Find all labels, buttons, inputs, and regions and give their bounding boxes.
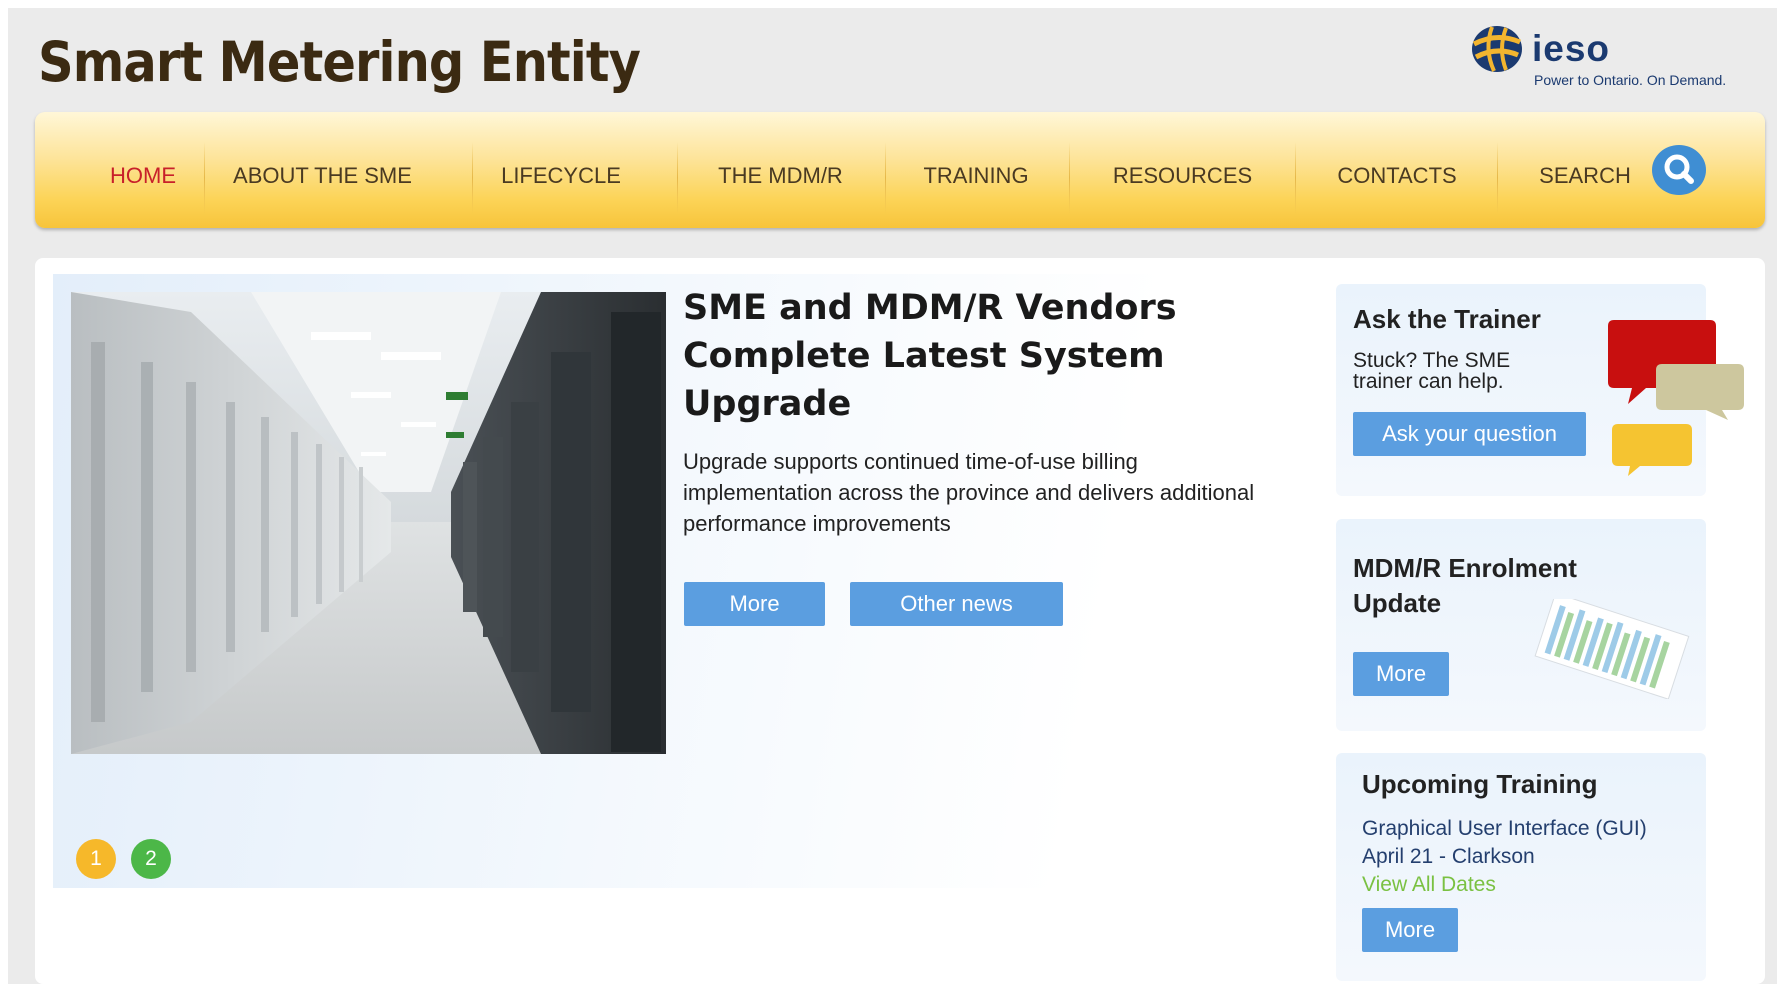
nav-search[interactable]: SEARCH bbox=[1525, 112, 1645, 228]
enrolment-title-1: MDM/R Enrolment bbox=[1353, 553, 1577, 583]
ask-trainer-title: Ask the Trainer bbox=[1353, 304, 1541, 334]
training-title: Upcoming Training bbox=[1362, 769, 1598, 799]
ask-trainer-card: Ask the Trainer Stuck? The SME trainer c… bbox=[1336, 284, 1744, 496]
training-course[interactable]: Graphical User Interface (GUI) bbox=[1362, 817, 1647, 841]
main-nav: HOME ABOUT THE SME LIFECYCLE THE MDM/R T… bbox=[35, 112, 1765, 228]
nav-home[interactable]: HOME bbox=[85, 112, 201, 228]
site-title[interactable]: Smart Metering Entity bbox=[38, 30, 641, 94]
training-more-button[interactable]: More bbox=[1362, 908, 1458, 952]
view-all-dates-link[interactable]: View All Dates bbox=[1362, 873, 1496, 897]
feature-more-button[interactable]: More bbox=[684, 582, 825, 626]
globe-icon bbox=[1472, 26, 1522, 72]
training-card: Upcoming Training Graphical User Interfa… bbox=[1336, 753, 1706, 981]
news-slider: SME and MDM/R Vendors Complete Latest Sy… bbox=[53, 274, 1336, 888]
main-content: SME and MDM/R Vendors Complete Latest Sy… bbox=[35, 258, 1765, 984]
other-news-button[interactable]: Other news bbox=[850, 582, 1063, 626]
nav-contacts[interactable]: CONTACTS bbox=[1296, 112, 1498, 228]
speech-bubbles-icon bbox=[1608, 320, 1744, 476]
nav-training[interactable]: TRAINING bbox=[886, 112, 1066, 228]
server-room-image bbox=[71, 292, 666, 754]
feature-summary: Upgrade supports continued time-of-use b… bbox=[683, 449, 1255, 536]
training-date: April 21 - Clarkson bbox=[1362, 845, 1535, 868]
logo-tagline: Power to Ontario. On Demand. bbox=[1534, 72, 1727, 88]
nav-divider bbox=[1497, 142, 1498, 214]
logo-wordmark: ieso bbox=[1532, 28, 1611, 69]
search-button[interactable] bbox=[1652, 145, 1706, 195]
nav-about[interactable]: ABOUT THE SME bbox=[205, 112, 440, 228]
ask-trainer-text-1: Stuck? The SME bbox=[1353, 349, 1511, 372]
search-icon bbox=[1664, 154, 1694, 184]
slide-dot-1[interactable]: 1 bbox=[76, 839, 116, 879]
slide-dot-2[interactable]: 2 bbox=[131, 839, 171, 879]
ieso-logo[interactable]: ieso Power to Ontario. On Demand. bbox=[1470, 22, 1740, 92]
enrolment-title-2: Update bbox=[1353, 588, 1442, 618]
nav-resources[interactable]: RESOURCES bbox=[1070, 112, 1295, 228]
enrolment-card: MDM/R Enrolment Update More bbox=[1336, 519, 1706, 731]
enrolment-more-button[interactable]: More bbox=[1353, 652, 1449, 696]
nav-lifecycle[interactable]: LIFECYCLE bbox=[473, 112, 649, 228]
nav-mdmr[interactable]: THE MDM/R bbox=[678, 112, 883, 228]
feature-headline[interactable]: SME and MDM/R Vendors Complete Latest Sy… bbox=[683, 284, 1303, 428]
ask-trainer-text-2: trainer can help. bbox=[1353, 370, 1504, 393]
bar-chart-thumbnail-icon bbox=[1534, 599, 1690, 699]
ask-question-button[interactable]: Ask your question bbox=[1353, 412, 1586, 456]
